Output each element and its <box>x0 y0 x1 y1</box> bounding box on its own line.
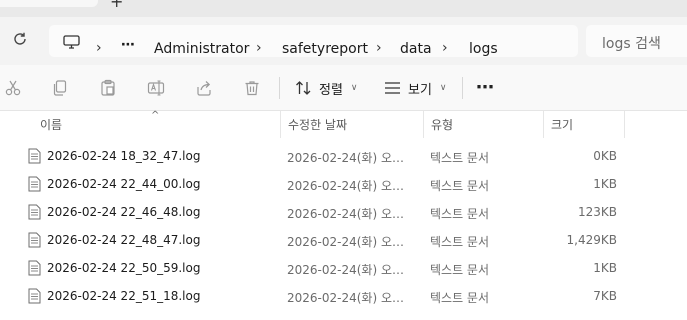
file-type: 텍스트 문서 <box>430 235 490 249</box>
file-modified-date: 2026-02-24(화) 오후 10:51 <box>287 291 415 305</box>
file-size: 0KB <box>593 149 617 163</box>
file-row[interactable]: 2026-02-24 22_51_18.log 2026-02-24(화) 오후 … <box>0 282 687 310</box>
view-button[interactable]: 보기 ∨ <box>384 77 447 99</box>
address-bar[interactable]: › ⋯ Administrator › safetyreport › data … <box>49 25 578 57</box>
file-type: 텍스트 문서 <box>430 151 490 165</box>
cut-icon[interactable] <box>4 79 22 97</box>
column-header-size[interactable]: 크기 <box>551 116 573 133</box>
breadcrumb-administrator[interactable]: Administrator <box>154 41 249 57</box>
text-file-icon <box>28 260 41 276</box>
toolbar-divider <box>462 77 463 99</box>
column-header-type[interactable]: 유형 <box>431 116 453 133</box>
sort-ascending-icon: ^ <box>151 110 160 121</box>
breadcrumb-separator[interactable]: › <box>256 40 262 56</box>
file-type: 텍스트 문서 <box>430 207 490 221</box>
file-name: 2026-02-24 22_46_48.log <box>47 205 201 219</box>
refresh-icon[interactable] <box>12 31 28 49</box>
file-name: 2026-02-24 22_50_59.log <box>47 261 201 275</box>
file-modified-date: 2026-02-24(화) 오후 10:44 <box>287 179 415 193</box>
chevron-down-icon: ∨ <box>350 83 358 93</box>
delete-icon[interactable] <box>243 79 261 97</box>
file-modified-date: 2026-02-24(화) 오후 10:46 <box>287 207 415 221</box>
text-file-icon <box>28 288 41 304</box>
file-explorer-window: + › ⋯ Administrator › safetyreport › dat… <box>0 0 687 320</box>
file-row[interactable]: 2026-02-24 22_44_00.log 2026-02-24(화) 오후 … <box>0 170 687 198</box>
column-header-name[interactable]: 이름 <box>40 116 62 133</box>
file-modified-date: 2026-02-24(화) 오후 6:32 <box>287 151 415 165</box>
breadcrumb-separator[interactable]: › <box>442 40 448 56</box>
text-file-icon <box>28 176 41 192</box>
copy-icon[interactable] <box>51 79 69 97</box>
file-name: 2026-02-24 18_32_47.log <box>47 149 201 163</box>
share-icon[interactable] <box>195 79 213 97</box>
column-divider[interactable] <box>543 111 544 138</box>
breadcrumb-data[interactable]: data <box>400 41 432 57</box>
file-modified-date: 2026-02-24(화) 오후 10:48 <box>287 235 415 249</box>
file-name: 2026-02-24 22_48_47.log <box>47 233 201 247</box>
breadcrumb-separator[interactable]: › <box>376 40 382 56</box>
tab-strip: + <box>0 0 687 17</box>
file-type: 텍스트 문서 <box>430 263 490 277</box>
breadcrumb-overflow[interactable]: ⋯ <box>121 37 136 53</box>
toolbar-divider <box>279 77 280 99</box>
file-size: 1KB <box>593 177 617 191</box>
sort-label: 정렬 <box>319 82 343 98</box>
column-divider[interactable] <box>423 111 424 138</box>
breadcrumb-logs[interactable]: logs <box>469 41 498 57</box>
text-file-icon <box>28 232 41 248</box>
breadcrumb-separator[interactable]: › <box>96 40 102 56</box>
file-name: 2026-02-24 22_51_18.log <box>47 289 201 303</box>
chevron-down-icon: ∨ <box>439 83 447 93</box>
breadcrumb-safetyreport[interactable]: safetyreport <box>282 41 368 57</box>
view-list-icon <box>384 81 401 95</box>
column-header-row: ^ 이름 수정한 날짜 유형 크기 <box>0 110 687 139</box>
file-type: 텍스트 문서 <box>430 291 490 305</box>
column-header-modified[interactable]: 수정한 날짜 <box>288 116 347 133</box>
file-row[interactable]: 2026-02-24 18_32_47.log 2026-02-24(화) 오후 … <box>0 142 687 170</box>
column-divider[interactable] <box>280 111 281 138</box>
search-box[interactable]: logs 검색 <box>586 25 687 57</box>
file-row[interactable]: 2026-02-24 22_46_48.log 2026-02-24(화) 오후 … <box>0 198 687 226</box>
file-size: 123KB <box>577 205 617 219</box>
file-row[interactable]: 2026-02-24 22_48_47.log 2026-02-24(화) 오후 … <box>0 226 687 254</box>
more-options-button[interactable]: ⋯ <box>476 77 495 98</box>
text-file-icon <box>28 148 41 164</box>
text-file-icon <box>28 204 41 220</box>
sort-button[interactable]: 정렬 ∨ <box>295 77 358 99</box>
address-bar-row: › ⋯ Administrator › safetyreport › data … <box>0 17 687 65</box>
command-bar: 정렬 ∨ 보기 ∨ ⋯ <box>0 65 687 111</box>
active-tab[interactable] <box>0 0 98 7</box>
file-name: 2026-02-24 22_44_00.log <box>47 177 201 191</box>
file-modified-date: 2026-02-24(화) 오후 10:50 <box>287 263 415 277</box>
this-pc-icon[interactable] <box>63 34 80 49</box>
file-row[interactable]: 2026-02-24 22_50_59.log 2026-02-24(화) 오후 … <box>0 254 687 282</box>
file-size: 1,429KB <box>566 233 617 247</box>
sort-icon <box>295 80 312 96</box>
search-input[interactable]: logs 검색 <box>602 33 661 53</box>
file-size: 7KB <box>593 289 617 303</box>
new-tab-button[interactable]: + <box>110 0 123 11</box>
file-type: 텍스트 문서 <box>430 179 490 193</box>
rename-icon[interactable] <box>147 79 165 97</box>
view-label: 보기 <box>408 82 432 98</box>
column-divider[interactable] <box>624 111 625 138</box>
paste-icon[interactable] <box>99 79 117 97</box>
file-size: 1KB <box>593 261 617 275</box>
